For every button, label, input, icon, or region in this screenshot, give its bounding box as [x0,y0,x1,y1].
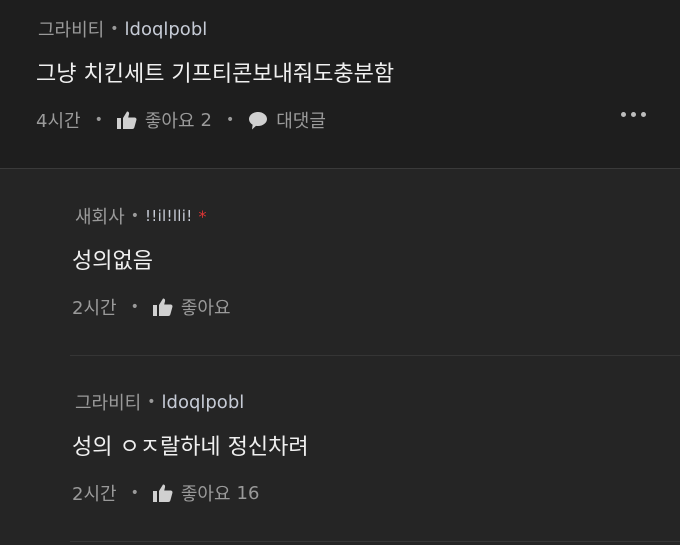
reply-text: 성의없음 [72,249,153,274]
separator-dot: • [147,394,156,410]
reply-meta: 그라비티 • ldoqlpobl [75,389,244,415]
timestamp: 4시간 [36,111,81,132]
reply-actions: 2시간 • 좋아요 16 [72,480,259,506]
separator-dot: • [110,21,119,37]
author-nickname[interactable]: 그라비티 [75,389,141,415]
reply-button[interactable]: 대댓글 [276,107,326,133]
thumbs-up-icon[interactable] [152,298,173,316]
separator-dot: • [225,112,235,128]
comment-meta: 그라비티 • ldoqlpobl [38,16,207,42]
author-id[interactable]: !!il!lli! [145,207,193,225]
speech-bubble-icon[interactable] [248,111,268,130]
more-dots-icon[interactable] [621,112,646,117]
author-id[interactable]: ldoqlpobl [125,19,208,40]
author-mark: * [198,206,207,226]
reply-list: 새회사 • !!il!lli! * 성의없음 2시간 • 좋아요 그라비티 • … [0,168,680,545]
separator-dot: • [130,485,139,501]
separator-dot: • [94,112,103,128]
like-count: 2 [200,109,212,131]
like-label[interactable]: 좋아요 [181,294,231,320]
comment-text: 그냥 치킨세트 기프티콘보내줘도충분함 [36,62,395,87]
reply-text: 성의 ㅇㅈ랄하네 정신차려 [72,435,309,460]
separator-dot: • [130,208,139,224]
separator-dot: • [130,299,139,315]
timestamp: 2시간 [72,298,117,319]
like-label[interactable]: 좋아요 [145,107,195,133]
reply-divider [70,355,680,356]
author-nickname[interactable]: 그라비티 [38,16,104,42]
reply-divider [70,541,680,542]
author-nickname[interactable]: 새회사 [75,203,125,229]
like-label[interactable]: 좋아요 [181,480,231,506]
reply-meta: 새회사 • !!il!lli! * [75,203,207,229]
thumbs-up-icon[interactable] [152,484,173,502]
thumbs-up-icon[interactable] [116,111,137,129]
reply-actions: 2시간 • 좋아요 [72,294,231,320]
author-id[interactable]: ldoqlpobl [162,392,245,413]
like-count: 16 [236,482,260,504]
timestamp: 2시간 [72,484,117,505]
comment: 그라비티 • ldoqlpobl 그냥 치킨세트 기프티콘보내줘도충분함 4시간… [0,0,680,168]
comment-actions: 4시간 • 좋아요 2 • 대댓글 [36,107,326,133]
